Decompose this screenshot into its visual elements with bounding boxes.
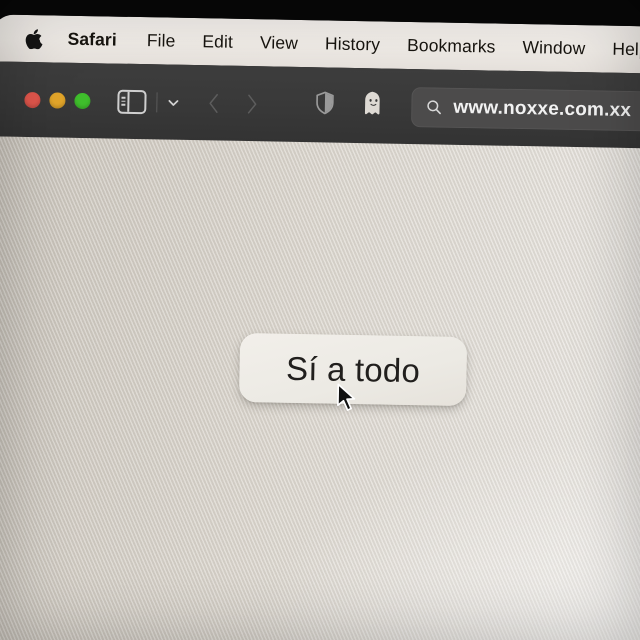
sidebar-pane-lines xyxy=(119,91,130,112)
apple-logo-icon[interactable] xyxy=(25,28,43,49)
navigation-arrows xyxy=(206,91,259,116)
zoom-window-button[interactable] xyxy=(74,92,91,109)
menu-item-view[interactable]: View xyxy=(260,32,298,54)
toolbar-divider xyxy=(156,91,158,112)
laptop-screen: Safari File Edit View History Bookmarks … xyxy=(0,14,640,640)
menu-item-history[interactable]: History xyxy=(325,33,381,55)
close-window-button[interactable] xyxy=(24,91,41,108)
ghost-icon[interactable] xyxy=(361,90,386,121)
consent-button-label: Sí a todo xyxy=(285,349,421,390)
menu-item-help[interactable]: Help xyxy=(612,39,640,61)
address-bar-url: www.noxxe.com.xx xyxy=(453,96,632,121)
chevron-right-icon[interactable] xyxy=(244,91,259,115)
menu-item-bookmarks[interactable]: Bookmarks xyxy=(407,35,496,58)
address-bar[interactable]: www.noxxe.com.xx xyxy=(411,86,640,132)
menu-item-window[interactable]: Window xyxy=(522,37,585,59)
privacy-shield-icon[interactable] xyxy=(314,90,336,120)
chevron-left-icon[interactable] xyxy=(206,91,221,115)
window-traffic-lights xyxy=(24,91,91,109)
chevron-down-icon[interactable] xyxy=(166,95,180,109)
minimize-window-button[interactable] xyxy=(49,91,66,109)
sidebar-toggle-icon[interactable] xyxy=(117,89,147,114)
menu-item-file[interactable]: File xyxy=(147,30,176,52)
safari-toolbar: www.noxxe.com.xx xyxy=(0,61,640,150)
web-page-viewport: Sí a todo xyxy=(0,135,640,640)
photograph-of-laptop-screen: Safari File Edit View History Bookmarks … xyxy=(0,0,640,640)
consent-accept-all-button[interactable]: Sí a todo xyxy=(238,332,468,407)
search-magnifier-icon xyxy=(427,100,441,115)
menu-item-edit[interactable]: Edit xyxy=(202,31,233,53)
menu-item-safari[interactable]: Safari xyxy=(67,29,117,51)
